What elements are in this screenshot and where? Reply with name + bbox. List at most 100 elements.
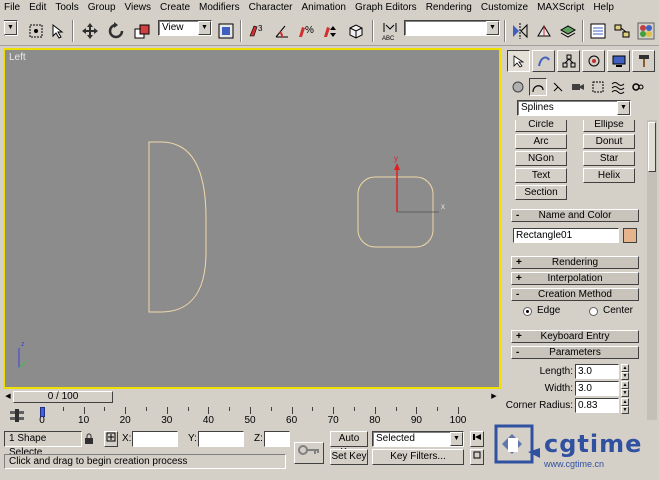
move-button[interactable] [80,20,100,42]
spacewarps-category-button[interactable] [609,78,627,96]
rollout-keyboard-entry[interactable]: + Keyboard Entry [511,330,639,343]
rollout-name-and-color[interactable]: - Name and Color [511,209,639,222]
ngon-button[interactable]: NGon [515,151,567,166]
command-panel-scroll-area[interactable]: Circle Ellipse Arc Donut NGon Star Text … [505,120,645,420]
menu-item-file[interactable]: File [4,2,20,13]
corner-radius-field[interactable]: 0.83 [575,398,619,413]
tab-motion[interactable] [582,50,605,72]
set-key-mode-button[interactable] [294,442,324,464]
absolute-mode-button[interactable] [104,431,118,447]
rollout-rendering[interactable]: + Rendering [511,256,639,269]
rotate-button[interactable] [106,20,126,42]
menu-item-maxscript[interactable]: MAXScript [537,2,584,13]
layer-manager-button[interactable] [558,20,578,42]
section-button[interactable]: Section [515,185,567,200]
chevron-right-icon[interactable]: ▶ [489,391,499,403]
menu-item-help[interactable]: Help [593,2,614,13]
key-filters-button[interactable]: Key Filters... [372,449,464,465]
systems-category-button[interactable] [629,78,647,96]
object-type-dropdown[interactable]: Splines ▼ [517,100,631,116]
select-link-button[interactable] [48,20,68,42]
edge-radio[interactable] [523,307,532,316]
rollout-creation-method[interactable]: - Creation Method [511,288,639,301]
z-coord-field[interactable] [264,431,290,447]
lights-category-button[interactable] [549,78,567,96]
length-field[interactable]: 3.0 [575,364,619,379]
rollout-parameters[interactable]: - Parameters [511,346,639,359]
menu-item-create[interactable]: Create [160,2,190,13]
cameras-category-button[interactable] [569,78,587,96]
width-field[interactable]: 3.0 [575,381,619,396]
menu-item-views[interactable]: Views [125,2,152,13]
time-slider-thumb[interactable]: 0 / 100 [13,391,113,403]
tab-display[interactable] [607,50,630,72]
align-button[interactable] [534,20,554,42]
snap-3d-button[interactable]: 3 [248,20,268,42]
helpers-category-button[interactable] [589,78,607,96]
pivot-center-button[interactable] [216,20,236,42]
shapes-category-button[interactable] [529,78,547,96]
tab-hierarchy[interactable] [557,50,580,72]
object-name-field[interactable]: Rectangle01 [513,228,619,243]
menu-item-group[interactable]: Group [88,2,116,13]
mirror-button[interactable] [510,20,530,42]
object-color-swatch[interactable] [623,228,637,243]
auto-key-button[interactable]: Auto Key [330,431,368,458]
menu-item-character[interactable]: Character [249,2,293,13]
goto-start-button[interactable] [470,431,484,447]
select-object-button[interactable] [26,20,46,42]
scale-button[interactable] [132,20,152,42]
menu-item-tools[interactable]: Tools [55,2,78,13]
y-coord-field[interactable] [198,431,244,447]
time-slider[interactable]: ◀ 0 / 100 ▶ [3,390,501,404]
center-radio[interactable] [589,307,598,316]
key-mode-toggle-button[interactable] [470,449,484,465]
transform-gizmo[interactable]: y x [394,154,445,213]
length-spinner[interactable]: ▲ ▼ [621,364,629,380]
trackbar-tick [312,407,314,411]
named-selection-button[interactable] [346,20,366,42]
menu-item-graph-editors[interactable]: Graph Editors [355,2,417,13]
text-button[interactable]: Text [515,168,567,183]
box-icon [349,24,363,39]
width-spinner[interactable]: ▲ ▼ [621,381,629,397]
tab-utilities[interactable] [632,50,655,72]
percent-snap-button[interactable]: % [296,20,316,42]
geometry-category-button[interactable] [509,78,527,96]
reference-coordinate-combo[interactable]: View ▼ [158,20,212,36]
menu-item-animation[interactable]: Animation [302,2,346,13]
command-panel-scrollbar[interactable] [647,120,657,420]
x-coord-field[interactable] [132,431,178,447]
selection-filter-combo[interactable]: ▼ [4,20,18,36]
rollout-interpolation[interactable]: + Interpolation [511,272,639,285]
curve-editor-button[interactable] [588,20,608,42]
circle-button[interactable]: Circle [515,120,567,132]
left-viewport[interactable]: Left y x z [3,48,501,389]
trackbar-tick-label: 90 [410,415,422,426]
material-editor-button[interactable] [636,20,656,42]
angle-snap-button[interactable] [272,20,292,42]
schematic-view-button[interactable] [612,20,632,42]
menu-item-edit[interactable]: Edit [29,2,46,13]
helix-button[interactable]: Helix [583,168,635,183]
named-selection-combo[interactable]: ▼ [404,20,500,36]
chevron-left-icon[interactable]: ◀ [3,391,13,403]
menu-item-rendering[interactable]: Rendering [426,2,472,13]
track-bar[interactable]: 0 10 20 30 40 50 60 70 80 90 100 [0,404,503,428]
set-key-button[interactable]: Set Key [330,449,368,465]
spinner-snap-button[interactable] [320,20,340,42]
scrollbar-thumb[interactable] [648,122,656,172]
spin-down-icon: ▼ [621,372,629,380]
ellipse-button[interactable]: Ellipse [583,120,635,132]
edit-named-selection-button[interactable]: ABC [380,20,400,42]
menu-item-modifiers[interactable]: Modifiers [199,2,240,13]
arc-button[interactable]: Arc [515,134,567,149]
corner-radius-spinner[interactable]: ▲ ▼ [621,398,629,414]
lock-icon[interactable] [84,433,94,445]
menu-item-customize[interactable]: Customize [481,2,528,13]
key-mode-dropdown[interactable]: Selected ▼ [372,431,464,447]
tab-create[interactable] [507,50,530,72]
tab-modify[interactable] [532,50,555,72]
donut-button[interactable]: Donut [583,134,635,149]
star-button[interactable]: Star [583,151,635,166]
